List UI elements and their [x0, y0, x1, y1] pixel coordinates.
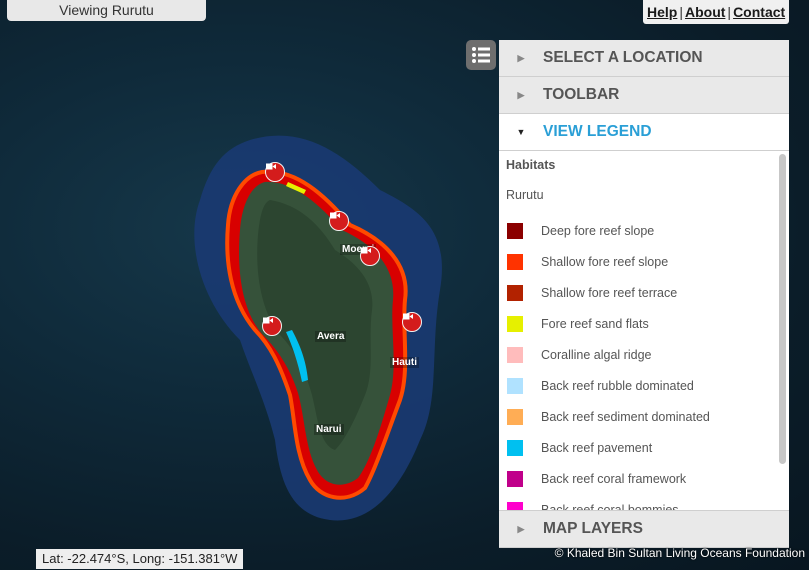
legend-label: Back reef sediment dominated	[541, 410, 710, 424]
legend-scrollbar[interactable]	[779, 154, 786, 464]
side-panel: ▶ SELECT A LOCATION ▶ TOOLBAR ▼ VIEW LEG…	[499, 40, 789, 549]
legend-label: Back reef coral bommies	[541, 503, 679, 511]
place-label-hauti: Hauti	[390, 357, 419, 368]
legend-item: Shallow fore reef terrace	[507, 283, 677, 303]
legend-item: Back reef rubble dominated	[507, 376, 694, 396]
legend-swatch	[507, 285, 523, 301]
legend-item: Deep fore reef slope	[507, 221, 654, 241]
video-camera-icon[interactable]	[402, 312, 422, 332]
video-camera-icon[interactable]	[262, 316, 282, 336]
video-camera-icon[interactable]	[329, 211, 349, 231]
legend-swatch	[507, 316, 523, 332]
coordinate-readout: Lat: -22.474°S, Long: -151.381°W	[36, 549, 244, 569]
place-label-avera: Avera	[315, 331, 347, 342]
accordion-toolbar[interactable]: ▶ TOOLBAR	[499, 77, 789, 114]
legend-label: Coralline algal ridge	[541, 348, 652, 362]
legend-item: Fore reef sand flats	[507, 314, 649, 334]
legend-item: Shallow fore reef slope	[507, 252, 668, 272]
help-link[interactable]: Help	[647, 4, 677, 20]
legend-swatch	[507, 223, 523, 239]
contact-link[interactable]: Contact	[733, 4, 785, 20]
legend-label: Back reef coral framework	[541, 472, 687, 486]
about-link[interactable]: About	[685, 4, 725, 20]
legend-label: Fore reef sand flats	[541, 317, 649, 331]
legend-swatch	[507, 471, 523, 487]
top-links: Help | About | Contact	[643, 0, 790, 24]
legend-label: Back reef rubble dominated	[541, 379, 694, 393]
legend-body[interactable]: Habitats Rurutu Deep fore reef slope Shal…	[499, 151, 789, 511]
legend-swatch	[507, 378, 523, 394]
accordion-map-layers[interactable]: ▶ MAP LAYERS	[499, 511, 789, 548]
video-camera-icon[interactable]	[360, 246, 380, 266]
legend-item: Back reef sediment dominated	[507, 407, 710, 427]
accordion-select-location[interactable]: ▶ SELECT A LOCATION	[499, 40, 789, 77]
accordion-label: VIEW LEGEND	[543, 123, 652, 140]
caret-down-icon: ▼	[516, 127, 526, 137]
legend-swatch	[507, 347, 523, 363]
video-camera-icon[interactable]	[265, 162, 285, 182]
accordion-view-legend[interactable]: ▼ VIEW LEGEND	[499, 114, 789, 151]
caret-right-icon: ▶	[517, 52, 525, 63]
legend-swatch	[507, 409, 523, 425]
copyright-credit: © Khaled Bin Sultan Living Oceans Founda…	[554, 546, 805, 560]
legend-item: Back reef coral bommies	[507, 500, 679, 511]
panel-toggle-button[interactable]	[466, 40, 496, 70]
accordion-label: SELECT A LOCATION	[543, 49, 703, 66]
legend-label: Deep fore reef slope	[541, 224, 655, 238]
legend-item: Back reef pavement	[507, 438, 652, 458]
place-label-narui: Narui	[314, 424, 344, 435]
legend-label: Back reef pavement	[541, 441, 653, 455]
list-icon	[472, 47, 490, 63]
legend-location: Rurutu	[506, 188, 544, 202]
caret-right-icon: ▶	[517, 523, 525, 534]
legend-item: Back reef coral framework	[507, 469, 686, 489]
legend-label: Shallow fore reef terrace	[541, 286, 678, 300]
legend-swatch	[507, 502, 523, 510]
legend-item: Coralline algal ridge	[507, 345, 651, 365]
viewing-location-label: Viewing Rurutu	[7, 0, 206, 21]
legend-title: Habitats	[506, 158, 556, 172]
legend-label: Shallow fore reef slope	[541, 255, 669, 269]
legend-swatch	[507, 254, 523, 270]
caret-right-icon: ▶	[517, 89, 525, 100]
accordion-label: TOOLBAR	[543, 86, 620, 103]
legend-swatch	[507, 440, 523, 456]
accordion-label: MAP LAYERS	[543, 520, 643, 537]
